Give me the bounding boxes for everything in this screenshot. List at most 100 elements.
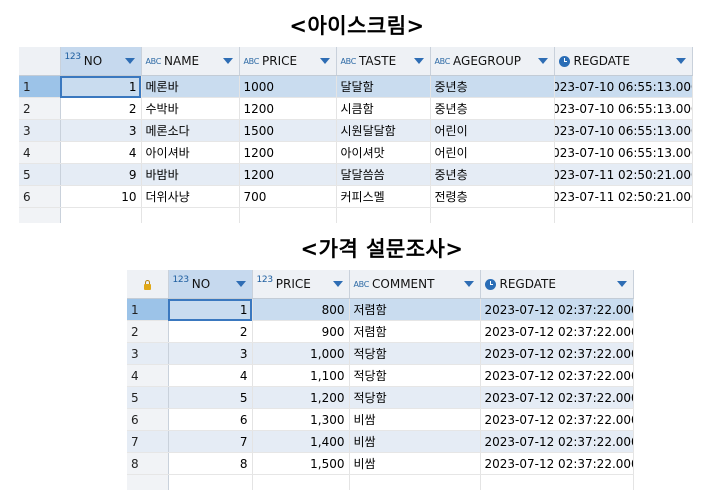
cell-regdate[interactable]: 2023-07-10 06:55:13.000 <box>554 142 692 164</box>
cell-no[interactable]: 3 <box>168 343 252 365</box>
cell-regdate[interactable]: 2023-07-11 02:50:21.000 <box>554 186 692 208</box>
row-number[interactable]: 8 <box>127 453 168 475</box>
cell-regdate[interactable]: 2023-07-12 02:37:22.000 <box>480 343 633 365</box>
cell-no[interactable]: 3 <box>60 120 141 142</box>
row-number[interactable]: 6 <box>127 409 168 431</box>
cell-name[interactable]: 메론소다 <box>141 120 239 142</box>
cell-price[interactable]: 1,100 <box>252 365 349 387</box>
column-header-taste[interactable]: ABCTASTE <box>336 47 430 76</box>
cell-name[interactable]: 메론바 <box>141 76 239 98</box>
cell-regdate[interactable]: 2023-07-12 02:37:22.000 <box>480 365 633 387</box>
cell-no[interactable]: 1 <box>60 76 141 98</box>
table-row[interactable]: 4 4 1,100 적당함 2023-07-12 02:37:22.000 <box>127 365 633 387</box>
cell-price[interactable]: 1200 <box>239 142 336 164</box>
sort-dropdown-arrow-icon[interactable] <box>236 281 246 287</box>
table-row[interactable]: 2 2 수박바 1200 시큼함 중년층 2023-07-10 06:55:13… <box>19 98 692 120</box>
cell-price[interactable]: 700 <box>239 186 336 208</box>
cell-price[interactable]: 1,300 <box>252 409 349 431</box>
row-number[interactable]: 2 <box>127 321 168 343</box>
row-number[interactable]: 1 <box>127 299 168 321</box>
table-row[interactable]: 1 1 800 저렴함 2023-07-12 02:37:22.000 <box>127 299 633 321</box>
table-row[interactable]: 6 6 1,300 비쌈 2023-07-12 02:37:22.000 <box>127 409 633 431</box>
cell-price[interactable]: 800 <box>252 299 349 321</box>
cell-price[interactable]: 1200 <box>239 98 336 120</box>
cell-name[interactable]: 더위사냥 <box>141 186 239 208</box>
cell-price[interactable]: 1,400 <box>252 431 349 453</box>
table-row[interactable]: 3 3 1,000 적당함 2023-07-12 02:37:22.000 <box>127 343 633 365</box>
cell-no[interactable]: 2 <box>168 321 252 343</box>
sort-dropdown-arrow-icon[interactable] <box>538 58 548 64</box>
cell-no[interactable]: 7 <box>168 431 252 453</box>
cell-agegroup[interactable]: 중년층 <box>430 98 554 120</box>
row-number[interactable]: 3 <box>19 120 60 142</box>
cell-regdate[interactable]: 2023-07-11 02:50:21.000 <box>554 164 692 186</box>
sort-dropdown-arrow-icon[interactable] <box>333 281 343 287</box>
cell-regdate[interactable]: 2023-07-10 06:55:13.000 <box>554 76 692 98</box>
sort-dropdown-arrow-icon[interactable] <box>464 281 474 287</box>
cell-no[interactable]: 4 <box>168 365 252 387</box>
sort-dropdown-arrow-icon[interactable] <box>223 58 233 64</box>
table-row[interactable]: 4 4 아이셔바 1200 아이셔맛 어린이 2023-07-10 06:55:… <box>19 142 692 164</box>
cell-taste[interactable]: 달달함 <box>336 76 430 98</box>
cell-no[interactable]: 6 <box>168 409 252 431</box>
row-number[interactable]: 5 <box>19 164 60 186</box>
cell-comment[interactable]: 저렴함 <box>349 299 480 321</box>
cell-price[interactable]: 1,200 <box>252 387 349 409</box>
cell-taste[interactable]: 달달씀씀 <box>336 164 430 186</box>
cell-comment[interactable]: 비쌈 <box>349 431 480 453</box>
cell-price[interactable]: 1500 <box>239 120 336 142</box>
cell-comment[interactable]: 저렴함 <box>349 321 480 343</box>
cell-no[interactable]: 9 <box>60 164 141 186</box>
table-row[interactable]: 8 8 1,500 비쌈 2023-07-12 02:37:22.000 <box>127 453 633 475</box>
cell-agegroup[interactable]: 어린이 <box>430 120 554 142</box>
cell-price[interactable]: 900 <box>252 321 349 343</box>
sort-dropdown-arrow-icon[interactable] <box>320 58 330 64</box>
row-number[interactable]: 4 <box>19 142 60 164</box>
row-number[interactable]: 2 <box>19 98 60 120</box>
cell-agegroup[interactable]: 어린이 <box>430 142 554 164</box>
cell-agegroup[interactable]: 중년층 <box>430 76 554 98</box>
cell-regdate[interactable]: 2023-07-12 02:37:22.000 <box>480 409 633 431</box>
cell-agegroup[interactable]: 전령층 <box>430 186 554 208</box>
cell-no[interactable]: 1 <box>168 299 252 321</box>
table-row[interactable]: 6 10 더위사냥 700 커피스멜 전령층 2023-07-11 02:50:… <box>19 186 692 208</box>
row-number[interactable]: 5 <box>127 387 168 409</box>
column-header-no[interactable]: 123NO <box>60 47 141 76</box>
cell-price[interactable]: 1,000 <box>252 343 349 365</box>
table-row[interactable]: 7 7 1,400 비쌈 2023-07-12 02:37:22.000 <box>127 431 633 453</box>
column-header-regdate[interactable]: REGDATE <box>554 47 692 76</box>
column-header-price[interactable]: ABCPRICE <box>239 47 336 76</box>
table-row[interactable]: 1 1 메론바 1000 달달함 중년층 2023-07-10 06:55:13… <box>19 76 692 98</box>
cell-no[interactable]: 2 <box>60 98 141 120</box>
cell-no[interactable]: 4 <box>60 142 141 164</box>
cell-price[interactable]: 1,500 <box>252 453 349 475</box>
sort-dropdown-arrow-icon[interactable] <box>125 58 135 64</box>
column-header-agegroup[interactable]: ABCAGEGROUP <box>430 47 554 76</box>
cell-taste[interactable]: 아이셔맛 <box>336 142 430 164</box>
table-row[interactable]: 5 9 바밤바 1200 달달씀씀 중년층 2023-07-11 02:50:2… <box>19 164 692 186</box>
cell-regdate[interactable]: 2023-07-12 02:37:22.000 <box>480 453 633 475</box>
cell-taste[interactable]: 커피스멜 <box>336 186 430 208</box>
cell-price[interactable]: 1000 <box>239 76 336 98</box>
row-number[interactable]: 4 <box>127 365 168 387</box>
cell-name[interactable]: 바밤바 <box>141 164 239 186</box>
sort-dropdown-arrow-icon[interactable] <box>414 58 424 64</box>
column-header-price[interactable]: 123PRICE <box>252 270 349 299</box>
cell-no[interactable]: 10 <box>60 186 141 208</box>
cell-regdate[interactable]: 2023-07-10 06:55:13.000 <box>554 120 692 142</box>
cell-regdate[interactable]: 2023-07-12 02:37:22.000 <box>480 321 633 343</box>
column-header-name[interactable]: ABCNAME <box>141 47 239 76</box>
column-header-regdate[interactable]: REGDATE <box>480 270 633 299</box>
cell-taste[interactable]: 시원달달함 <box>336 120 430 142</box>
cell-agegroup[interactable]: 중년층 <box>430 164 554 186</box>
row-number[interactable]: 7 <box>127 431 168 453</box>
row-number[interactable]: 6 <box>19 186 60 208</box>
sort-dropdown-arrow-icon[interactable] <box>676 58 686 64</box>
cell-regdate[interactable]: 2023-07-10 06:55:13.000 <box>554 98 692 120</box>
cell-no[interactable]: 8 <box>168 453 252 475</box>
cell-comment[interactable]: 적당함 <box>349 365 480 387</box>
cell-name[interactable]: 수박바 <box>141 98 239 120</box>
cell-taste[interactable]: 시큼함 <box>336 98 430 120</box>
cell-comment[interactable]: 적당함 <box>349 343 480 365</box>
cell-price[interactable]: 1200 <box>239 164 336 186</box>
